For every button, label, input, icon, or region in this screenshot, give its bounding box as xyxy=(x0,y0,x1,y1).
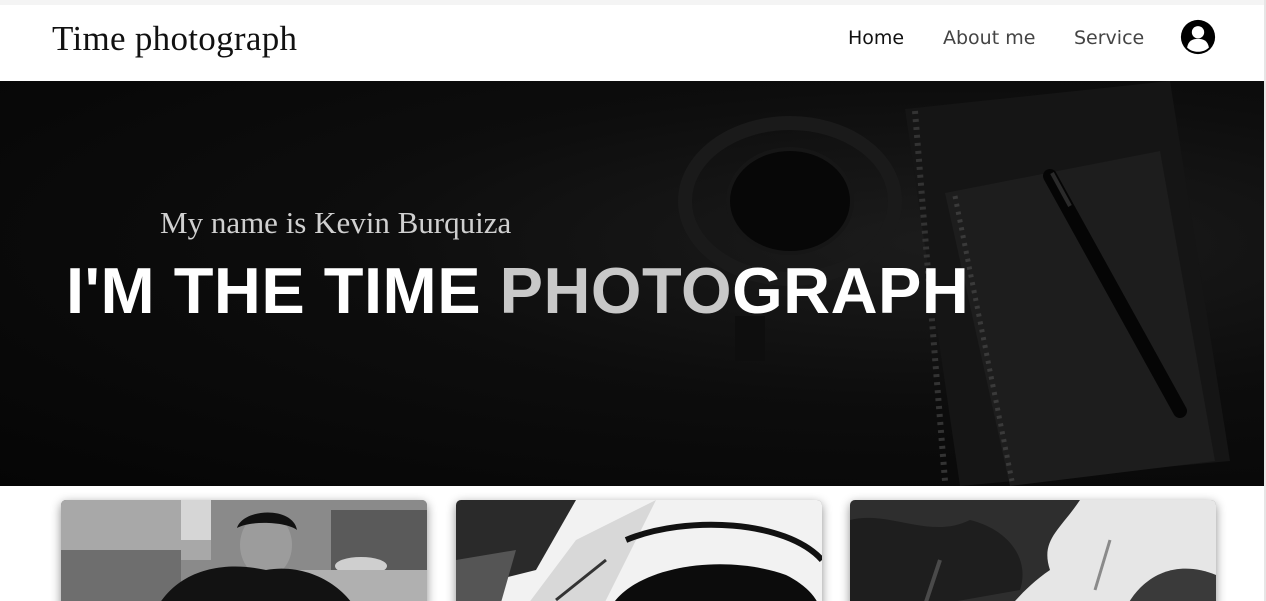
hero-subtitle: My name is Kevin Burquiza xyxy=(160,205,512,240)
headline-part-white-end: GRAPH xyxy=(732,254,970,327)
nav-home-link[interactable]: Home xyxy=(848,27,904,49)
gallery-card-portrait[interactable] xyxy=(61,500,427,601)
user-account-icon[interactable] xyxy=(1179,18,1217,56)
hero-banner: My name is Kevin Burquiza I'M THE TIME P… xyxy=(0,81,1264,486)
portrait-photo xyxy=(61,500,427,601)
trees-photo xyxy=(850,500,1216,601)
main-nav: Home About me Service xyxy=(0,27,1266,57)
selfie-photo xyxy=(456,500,822,601)
nav-service-link[interactable]: Service xyxy=(1074,27,1144,49)
nav-about-link[interactable]: About me xyxy=(943,27,1035,49)
headline-part-white: I'M THE TIME xyxy=(66,254,500,327)
gallery-card-trees[interactable] xyxy=(850,500,1216,601)
hero-headline: I'M THE TIME PHOTOGRAPH xyxy=(66,253,969,328)
headline-part-grey: PHOTO xyxy=(499,254,733,327)
gallery-card-selfie[interactable] xyxy=(456,500,822,601)
top-navbar: Time photograph Home About me Service xyxy=(0,0,1266,81)
